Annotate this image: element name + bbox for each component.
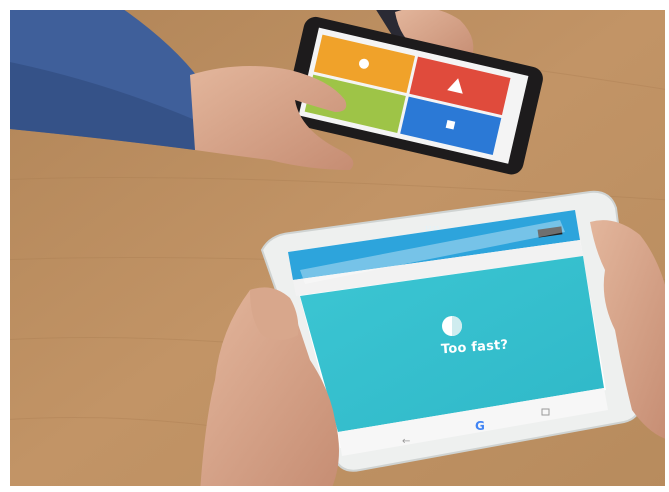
status-bar-time: 12:15 (425, 226, 440, 232)
back-icon[interactable]: ← (402, 436, 410, 447)
photo-scene: ← G 12:15 Too fast? (0, 0, 669, 492)
google-home-icon[interactable]: G (475, 419, 485, 433)
scene-svg: ← G (0, 0, 669, 492)
